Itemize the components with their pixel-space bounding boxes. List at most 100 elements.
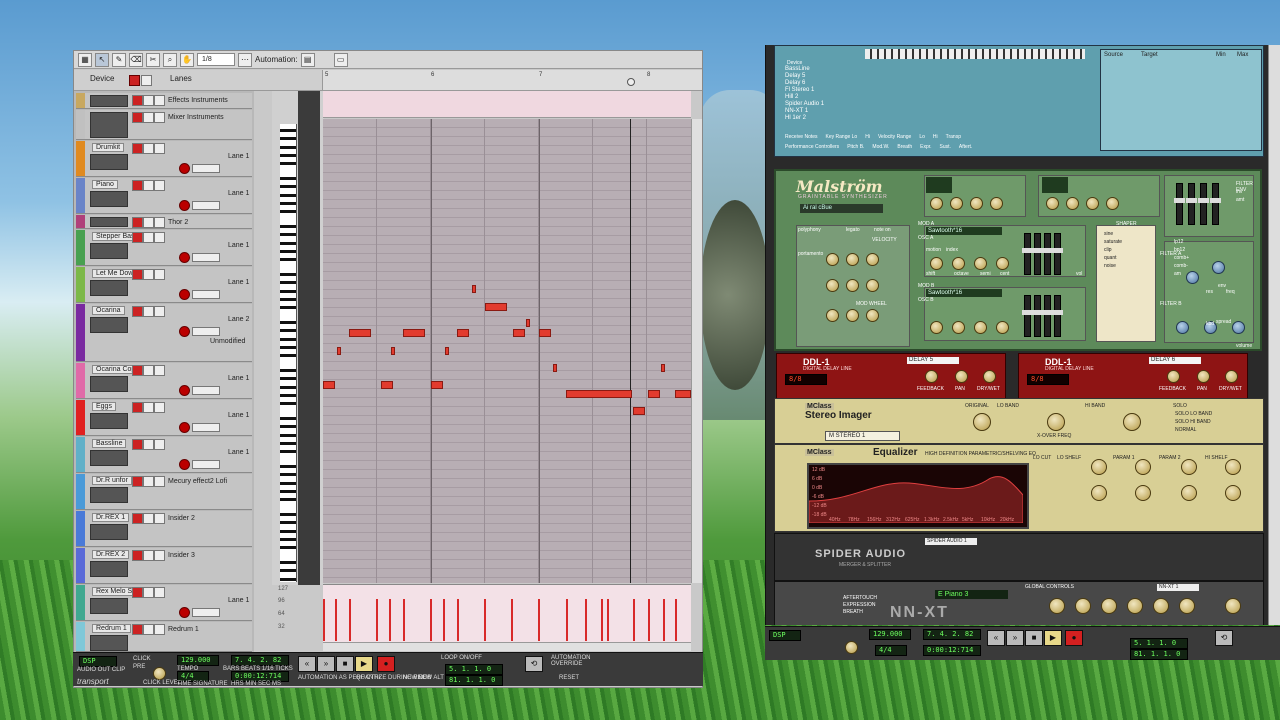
solo-button[interactable] (154, 180, 165, 191)
mute-button[interactable] (143, 439, 154, 450)
envelope-slider[interactable] (1174, 183, 1185, 225)
malstrom-knob[interactable] (866, 309, 879, 322)
stereo-imager-patch[interactable]: M STEREO 1 (825, 431, 900, 441)
hand-tool-icon[interactable]: ✋ (180, 52, 194, 67)
click-level-knob[interactable] (153, 667, 166, 680)
velocity-bar[interactable] (538, 599, 540, 641)
track-row[interactable]: Dr.REX 2 Insider 3 (76, 548, 252, 584)
normal-label[interactable]: NORMAL (1175, 427, 1196, 433)
malstrom-knob[interactable] (996, 321, 1009, 334)
ddl-lcd[interactable]: 8/8 (785, 374, 827, 385)
velocity-bar[interactable] (430, 599, 432, 641)
velocity-bar[interactable] (457, 599, 459, 641)
solo-button[interactable] (154, 143, 165, 154)
malstrom-knob[interactable] (1186, 271, 1199, 284)
solo-hi-label[interactable]: SOLO HI BAND (1175, 419, 1211, 425)
malstrom-knob[interactable] (952, 321, 965, 334)
ddl-patch-name[interactable]: DELAY 6 (1149, 357, 1201, 364)
position-display[interactable]: 7. 4. 2. 82 (923, 629, 981, 640)
device-thumbnail[interactable] (90, 317, 128, 333)
velocity-bar[interactable] (607, 599, 609, 641)
remote-mapping-table[interactable]: Source Target Min Max (1100, 49, 1262, 151)
hi-width-knob[interactable] (1123, 413, 1141, 431)
malstrom-knob[interactable] (1212, 261, 1225, 274)
mute-icon[interactable] (141, 75, 152, 86)
malstrom-knob[interactable] (950, 197, 963, 210)
remote-device-item[interactable]: Hill 2 (785, 94, 855, 101)
solo-button[interactable] (154, 306, 165, 317)
envelope-slider[interactable] (1022, 233, 1033, 275)
rack-scrollbar[interactable] (1268, 45, 1280, 625)
time-signature-display[interactable]: 4/4 (875, 645, 907, 656)
lo-width-knob[interactable] (973, 413, 991, 431)
playhead-marker[interactable] (627, 78, 635, 86)
global-knob[interactable] (1179, 598, 1195, 614)
envelope-slider[interactable] (1032, 295, 1043, 337)
loop-left-display[interactable]: 5. 1. 1. 0 (445, 664, 503, 675)
track-row[interactable]: Eggs Lane 1 (76, 400, 252, 436)
grid-icon[interactable]: ▦ (78, 52, 92, 67)
lane-record-button[interactable] (179, 459, 190, 470)
dry-wet-knob[interactable] (1225, 370, 1238, 383)
track-name[interactable]: Ocarina (92, 306, 125, 315)
lane-fader[interactable] (192, 290, 220, 299)
midi-note[interactable] (566, 390, 632, 398)
feedback-knob[interactable] (925, 370, 938, 383)
loop-right-display[interactable]: 81. 1. 1. 0 (1130, 649, 1188, 660)
device-thumbnail[interactable] (90, 154, 128, 170)
remote-device-item[interactable]: Fl Stereo 1 (785, 87, 855, 94)
midi-note[interactable] (648, 390, 660, 398)
reset-label[interactable]: RESET (559, 675, 579, 681)
stop-button[interactable]: ■ (336, 656, 354, 672)
remote-keyboard[interactable] (865, 49, 1085, 59)
rewind-button[interactable]: « (987, 630, 1005, 646)
malstrom-knob[interactable] (826, 253, 839, 266)
lane-fader[interactable] (192, 327, 220, 336)
midi-note[interactable] (539, 329, 551, 337)
malstrom-knob[interactable] (826, 279, 839, 292)
track-row[interactable]: Effects Instruments (76, 93, 252, 109)
track-row[interactable]: Thor 2 (76, 215, 252, 229)
param-q-knob[interactable] (1181, 485, 1197, 501)
lane-record-button[interactable] (179, 289, 190, 300)
record-arm-button[interactable] (132, 112, 143, 123)
velocity-bar[interactable] (349, 599, 351, 641)
remote-device-item[interactable]: NN-XT 1 (785, 108, 855, 115)
lane-fader[interactable] (192, 608, 220, 617)
malstrom-knob[interactable] (846, 279, 859, 292)
hi-shelf-q-knob[interactable] (1225, 485, 1241, 501)
lane-record-button[interactable] (179, 163, 190, 174)
global-knob[interactable] (1049, 598, 1065, 614)
mute-button[interactable] (143, 269, 154, 280)
device-thumbnail[interactable] (90, 487, 128, 503)
record-arm-button[interactable] (132, 476, 143, 487)
record-arm-button[interactable] (132, 269, 143, 280)
malstrom-knob[interactable] (1046, 197, 1059, 210)
mute-button[interactable] (143, 550, 154, 561)
dry-wet-knob[interactable] (983, 370, 996, 383)
mute-button[interactable] (143, 587, 154, 598)
global-knob[interactable] (1153, 598, 1169, 614)
midi-note[interactable] (391, 347, 395, 355)
automation-override-icon[interactable]: ⟲ (1215, 630, 1233, 646)
track-row[interactable]: Dr.REX 1 Insider 2 (76, 511, 252, 547)
record-button[interactable]: ● (377, 656, 395, 672)
record-arm-button[interactable] (132, 550, 143, 561)
malstrom-knob[interactable] (990, 197, 1003, 210)
midi-note[interactable] (381, 381, 393, 389)
track-row[interactable]: Rex Melo Surround Lane 1 (76, 585, 252, 621)
malstrom-knob[interactable] (1066, 197, 1079, 210)
time-display[interactable]: 0:00:12:714 (923, 645, 981, 656)
device-thumbnail[interactable] (90, 413, 128, 429)
velocity-bar[interactable] (663, 599, 665, 641)
ddl-lcd[interactable]: 8/8 (1027, 374, 1069, 385)
midi-note[interactable] (526, 319, 530, 327)
record-arm-button[interactable] (132, 402, 143, 413)
envelope-slider[interactable] (1198, 183, 1209, 225)
track-name[interactable]: Redrum 1 (92, 624, 131, 633)
pan-knob[interactable] (955, 370, 968, 383)
velocity-bar[interactable] (389, 599, 391, 641)
solo-button[interactable] (154, 95, 165, 106)
lane-fader[interactable] (192, 386, 220, 395)
velocity-bar[interactable] (601, 599, 603, 641)
